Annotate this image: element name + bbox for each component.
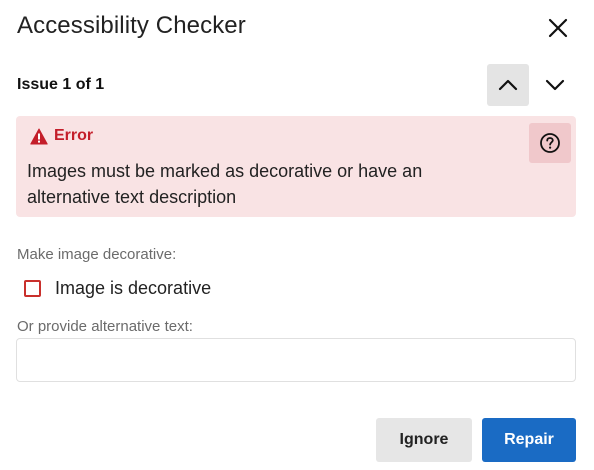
issue-counter: Issue 1 of 1 [17,76,105,93]
decorative-checkbox-row[interactable]: Image is decorative [24,278,211,299]
error-message: Images must be marked as decorative or h… [27,161,423,207]
next-issue-button[interactable] [534,64,576,106]
error-panel: Error Images must be marked as decorativ… [16,116,576,217]
help-circle-icon [540,133,560,153]
close-icon [548,18,568,38]
chevron-down-icon [545,79,565,91]
previous-issue-button[interactable] [487,64,529,106]
alt-text-section-label: Or provide alternative text: [17,318,193,335]
decorative-checkbox[interactable] [24,280,41,297]
alt-text-input[interactable] [16,338,576,382]
chevron-up-icon [498,79,518,91]
decorative-section-label: Make image decorative: [17,246,177,263]
error-heading: Error [30,127,93,145]
repair-button[interactable]: Repair [482,418,576,462]
dialog-title: Accessibility Checker [17,12,246,39]
close-button[interactable] [540,10,576,46]
warning-triangle-icon [30,128,48,144]
error-title: Error [54,127,94,144]
help-button[interactable] [529,123,571,163]
accessibility-checker-dialog: Accessibility Checker Issue 1 of 1 Error… [0,0,594,470]
decorative-checkbox-label[interactable]: Image is decorative [55,278,211,299]
ignore-button[interactable]: Ignore [376,418,472,462]
